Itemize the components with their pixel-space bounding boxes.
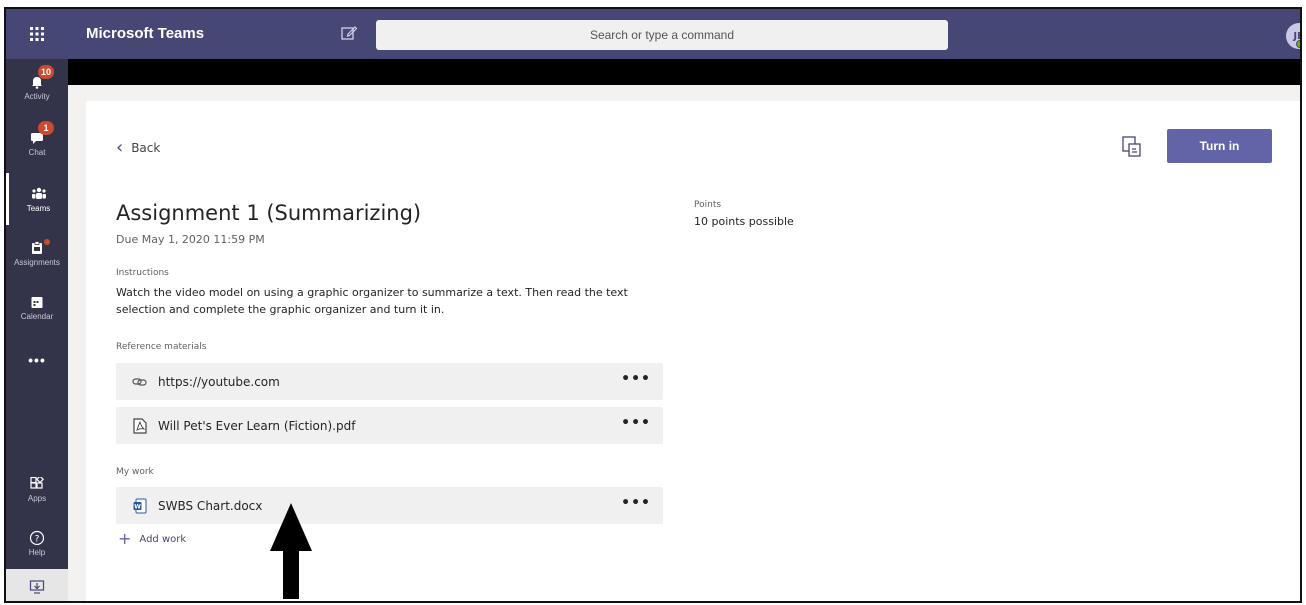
rail-label: Help: [28, 547, 46, 557]
app-launcher-icon[interactable]: [6, 9, 68, 59]
add-work-button[interactable]: + Add work: [118, 531, 186, 547]
chevron-left-icon: ‹: [116, 137, 124, 158]
my-work-name: SWBS Chart.docx: [158, 498, 263, 513]
instructions-label: Instructions: [116, 268, 169, 278]
rail-item-teams[interactable]: Teams: [6, 173, 68, 225]
more-options-icon[interactable]: •••: [621, 371, 651, 387]
rail-label: Activity: [24, 91, 50, 101]
pdf-icon: [132, 417, 148, 434]
rail-item-apps[interactable]: Apps: [6, 463, 68, 515]
points-label: Points: [694, 200, 722, 210]
back-label: Back: [131, 141, 161, 155]
rail-label: Assignments: [14, 257, 60, 267]
rail-item-chat[interactable]: Chat 1: [6, 117, 68, 169]
more-options-icon[interactable]: •••: [621, 495, 651, 511]
notification-badge: 1: [38, 121, 54, 135]
more-options-icon[interactable]: •••: [621, 415, 651, 431]
reference-name: Will Pet's Ever Learn (Fiction).pdf: [158, 418, 356, 433]
rail-label: Calendar: [20, 311, 54, 321]
more-icon: •••: [28, 352, 46, 368]
reference-name: https://youtube.com: [158, 374, 280, 389]
calendar-icon: [29, 294, 45, 310]
app-title: Microsoft Teams: [86, 25, 205, 42]
unread-dot-icon: [44, 239, 50, 245]
instructions-text: Watch the video model on using a graphic…: [116, 286, 628, 316]
help-icon: ?: [29, 530, 45, 546]
reference-item[interactable]: Will Pet's Ever Learn (Fiction).pdf •••: [116, 407, 663, 444]
turn-in-button[interactable]: Turn in: [1167, 129, 1272, 163]
more-apps-button[interactable]: •••: [6, 335, 68, 387]
rail-item-assignments[interactable]: Assignments: [6, 227, 68, 279]
rail-item-calendar[interactable]: Calendar: [6, 281, 68, 333]
compose-icon[interactable]: [340, 24, 358, 42]
plus-icon: +: [118, 529, 132, 548]
rail-label: Teams: [26, 203, 51, 213]
download-icon: [29, 580, 45, 594]
immersive-reader-icon[interactable]: [1122, 136, 1142, 158]
svg-text:?: ?: [35, 534, 40, 544]
top-bar: Microsoft Teams Search or type a command…: [6, 9, 1300, 59]
add-work-label: Add work: [139, 533, 187, 545]
my-work-item[interactable]: W SWBS Chart.docx •••: [116, 487, 663, 524]
presence-status-icon: [1296, 40, 1300, 48]
reference-item[interactable]: https://youtube.com •••: [116, 363, 663, 400]
rail-label: Chat: [28, 147, 46, 157]
rail-item-help[interactable]: ? Help: [6, 517, 68, 569]
apps-icon: [29, 476, 45, 492]
search-input[interactable]: Search or type a command: [376, 20, 948, 50]
points-value: 10 points possible: [694, 215, 794, 228]
download-app-button[interactable]: [6, 569, 68, 601]
teams-icon: [31, 186, 47, 202]
notification-badge: 10: [38, 65, 55, 79]
app-rail: Activity 10 Chat 1 Teams Assignments Cal…: [6, 59, 68, 601]
word-doc-icon: W: [132, 498, 148, 514]
up-arrow-annotation: [270, 503, 312, 599]
teams-window: Microsoft Teams Search or type a command…: [4, 7, 1302, 603]
link-icon: [132, 374, 148, 390]
due-date: Due May 1, 2020 11:59 PM: [116, 233, 265, 246]
back-button[interactable]: ‹ Back: [116, 139, 160, 157]
rail-item-activity[interactable]: Activity 10: [6, 61, 68, 113]
black-banner: [68, 59, 1300, 85]
svg-text:W: W: [134, 503, 141, 510]
page-title: Assignment 1 (Summarizing): [116, 201, 422, 225]
rail-label: Apps: [27, 493, 47, 503]
my-work-label: My work: [116, 467, 154, 477]
assignments-icon: [29, 240, 45, 256]
reference-materials-label: Reference materials: [116, 342, 207, 352]
